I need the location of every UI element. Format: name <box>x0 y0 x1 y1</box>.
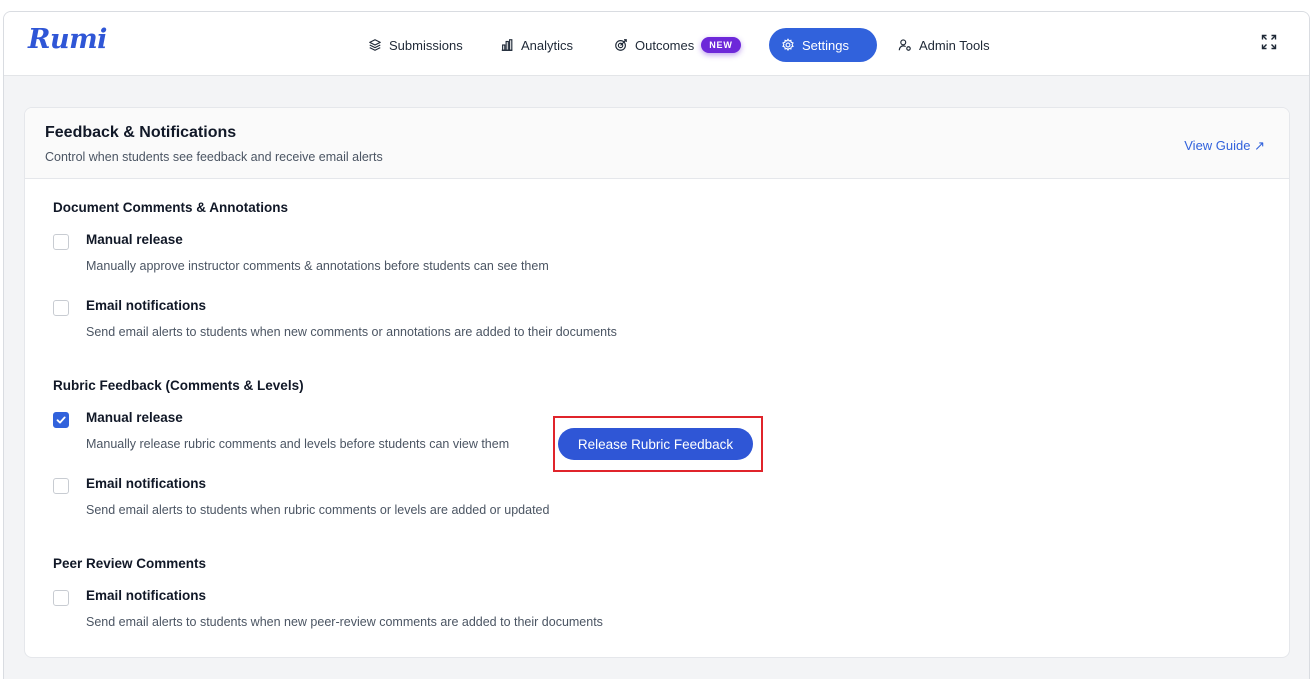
app-window: Rumi Submissions Analytics Outcomes NEW … <box>3 11 1310 679</box>
option-description: Send email alerts to students when new p… <box>86 615 603 629</box>
layers-icon <box>369 39 381 51</box>
nav-admin-tools-label: Admin Tools <box>919 37 990 53</box>
nav-analytics-label: Analytics <box>521 37 574 53</box>
nav-settings-label: Settings <box>802 37 849 53</box>
checkbox-peer-email-notifications[interactable] <box>53 590 69 606</box>
nav-settings[interactable]: Settings <box>769 28 877 62</box>
top-navigation-bar: Rumi Submissions Analytics Outcomes NEW … <box>4 12 1309 76</box>
checkmark-icon <box>56 416 66 424</box>
option-description: Send email alerts to students when new c… <box>86 325 617 339</box>
gear-icon <box>782 38 794 52</box>
option-label: Email notifications <box>86 476 207 491</box>
main-nav: Submissions Analytics Outcomes NEW Setti… <box>4 28 1309 62</box>
nav-admin-tools[interactable]: Admin Tools <box>886 28 1002 62</box>
nav-outcomes[interactable]: Outcomes NEW <box>602 28 753 62</box>
option-description: Manually approve instructor comments & a… <box>86 259 549 273</box>
target-icon <box>615 39 627 51</box>
option-label: Email notifications <box>86 298 207 313</box>
section-title-rubric: Rubric Feedback (Comments & Levels) <box>53 378 304 393</box>
expand-icon[interactable] <box>1261 34 1277 50</box>
nav-submissions-label: Submissions <box>389 37 463 53</box>
user-gear-icon <box>898 39 911 51</box>
bar-chart-icon <box>501 39 513 51</box>
option-label: Manual release <box>86 410 183 425</box>
checkbox-rubric-email-notifications[interactable] <box>53 478 69 494</box>
card-title: Feedback & Notifications <box>45 124 237 141</box>
view-guide-link[interactable]: View Guide ↗ <box>1184 138 1265 154</box>
new-badge: NEW <box>701 37 741 53</box>
option-description: Send email alerts to students when rubri… <box>86 503 550 517</box>
checkbox-document-email-notifications[interactable] <box>53 300 69 316</box>
option-label: Email notifications <box>86 588 207 603</box>
nav-outcomes-label: Outcomes <box>635 37 695 53</box>
option-label: Manual release <box>86 232 183 247</box>
section-title-peer-review: Peer Review Comments <box>53 556 207 571</box>
option-description: Manually release rubric comments and lev… <box>86 437 510 451</box>
card-header: Feedback & Notifications Control when st… <box>25 108 1289 179</box>
section-title-document: Document Comments & Annotations <box>53 200 289 215</box>
release-rubric-feedback-button[interactable]: Release Rubric Feedback <box>558 428 753 460</box>
checkbox-document-manual-release[interactable] <box>53 234 69 250</box>
nav-submissions[interactable]: Submissions <box>356 28 475 62</box>
card-subtitle: Control when students see feedback and r… <box>45 150 383 164</box>
feedback-settings-card: Feedback & Notifications Control when st… <box>24 107 1290 658</box>
highlight-box: Release Rubric Feedback <box>553 416 763 472</box>
nav-analytics[interactable]: Analytics <box>488 28 585 62</box>
checkbox-rubric-manual-release[interactable] <box>53 412 69 428</box>
